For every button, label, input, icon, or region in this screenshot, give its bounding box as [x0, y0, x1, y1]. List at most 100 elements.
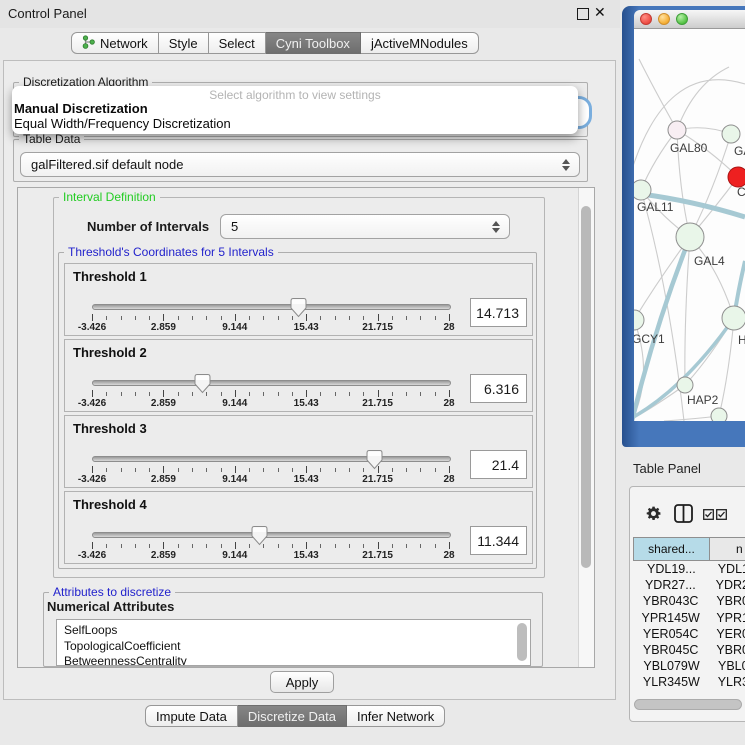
- table-row[interactable]: YDR27...YDR2: [633, 577, 745, 593]
- threshold-value-field[interactable]: 6.316: [470, 374, 527, 403]
- gear-icon[interactable]: [645, 505, 662, 527]
- threshold-slider-thumb[interactable]: [251, 525, 268, 546]
- vertical-scrollbar[interactable]: [578, 188, 594, 667]
- network-node-label: C: [737, 185, 745, 199]
- attribute-list-item[interactable]: BetweennessCentrality: [64, 654, 530, 666]
- threshold-value-field[interactable]: 11.344: [470, 526, 527, 555]
- network-node[interactable]: [668, 121, 686, 139]
- tab-discretize-data[interactable]: Discretize Data: [238, 705, 347, 727]
- network-node[interactable]: [722, 306, 745, 330]
- table-row[interactable]: YER054CYER0: [633, 626, 745, 642]
- slider-tick-label: 15.43: [294, 322, 319, 333]
- network-node-label: GAL80: [670, 141, 708, 155]
- control-panel-tabs: Network Style Select Cyni Toolbox jActiv…: [71, 32, 479, 54]
- tab-select[interactable]: Select: [209, 32, 266, 54]
- close-traffic-light[interactable]: [640, 13, 652, 25]
- tab-infer-network[interactable]: Infer Network: [347, 705, 445, 727]
- slider-tick: [278, 392, 279, 396]
- slider-tick: [435, 316, 436, 320]
- threshold-value-field[interactable]: 14.713: [470, 298, 527, 327]
- slider-tick: [92, 314, 93, 321]
- algorithm-option-equal-width[interactable]: Equal Width/Frequency Discretization: [14, 116, 231, 131]
- network-node[interactable]: [634, 180, 651, 200]
- slider-tick: [406, 468, 407, 472]
- threshold-slider-track[interactable]: [92, 532, 451, 538]
- horizontal-scrollbar-thumb[interactable]: [634, 699, 742, 710]
- attributes-list-scrollbar-thumb[interactable]: [517, 623, 527, 661]
- table-row[interactable]: YLR345WYLR3: [633, 674, 745, 689]
- threshold-label: Threshold 1: [73, 269, 147, 284]
- threshold-slider-track[interactable]: [92, 380, 451, 386]
- slider-tick: [406, 544, 407, 548]
- network-canvas[interactable]: GAL80GACGAL11GAL4GCY1HHAP2: [634, 29, 745, 421]
- tab-jactivemnodules[interactable]: jActiveMNodules: [361, 32, 479, 54]
- slider-tick: [406, 392, 407, 396]
- table-panel-card: shared... n YDL19...YDL1YDR27...YDR2YBR0…: [629, 486, 745, 722]
- cell-shared-name: YBR045C: [633, 643, 708, 657]
- table-row[interactable]: YBR045CYBR0: [633, 642, 745, 658]
- table-row[interactable]: YDL19...YDL1: [633, 561, 745, 577]
- table-data-combobox[interactable]: galFiltered.sif default node: [20, 152, 580, 177]
- threshold-slider-track[interactable]: [92, 456, 451, 462]
- cell-name: YPR1: [708, 611, 745, 625]
- slider-tick: [292, 392, 293, 396]
- network-node[interactable]: [677, 377, 693, 393]
- table-header-shared[interactable]: shared...: [633, 537, 710, 561]
- numerical-attributes-list[interactable]: SelfLoopsTopologicalCoefficientBetweenne…: [56, 619, 531, 666]
- checkbox-icon[interactable]: [716, 507, 727, 525]
- threshold-slider-thumb[interactable]: [290, 297, 307, 318]
- slider-tick-label: 2.859: [151, 398, 176, 409]
- slider-tick-label: 9.144: [222, 322, 247, 333]
- cell-name: YBR0: [708, 594, 745, 608]
- threshold-slider-thumb[interactable]: [366, 449, 383, 470]
- tab-impute-data[interactable]: Impute Data: [145, 705, 238, 727]
- vertical-scrollbar-thumb[interactable]: [581, 206, 591, 568]
- network-node[interactable]: [634, 310, 644, 330]
- slider-tick-label: 2.859: [151, 322, 176, 333]
- minimize-traffic-light[interactable]: [658, 13, 670, 25]
- slider-tick: [320, 544, 321, 548]
- slider-tick: [392, 316, 393, 320]
- threshold-label: Threshold 3: [73, 421, 147, 436]
- apply-button[interactable]: Apply: [270, 671, 334, 693]
- tab-cyni-toolbox[interactable]: Cyni Toolbox: [266, 32, 361, 54]
- close-icon[interactable]: ✕: [594, 4, 606, 21]
- cell-shared-name: YDR27...: [633, 578, 708, 592]
- network-node[interactable]: [676, 223, 704, 251]
- slider-tick: [206, 544, 207, 548]
- threshold-slider-track[interactable]: [92, 304, 451, 310]
- split-columns-icon[interactable]: [673, 503, 694, 529]
- slider-tick: [392, 392, 393, 396]
- network-node[interactable]: [728, 167, 745, 187]
- table-row[interactable]: YBL079WYBL0: [633, 658, 745, 674]
- threshold-value-field[interactable]: 21.4: [470, 450, 527, 479]
- slider-tick-label: 9.144: [222, 474, 247, 485]
- number-of-intervals-combobox[interactable]: 5: [220, 214, 510, 239]
- slider-tick: [92, 466, 93, 473]
- network-node[interactable]: [722, 125, 740, 143]
- slider-tick-label: 28: [443, 398, 454, 409]
- algorithm-option-manual[interactable]: Manual Discretization: [14, 101, 148, 116]
- slider-tick: [278, 544, 279, 548]
- attribute-list-item[interactable]: TopologicalCoefficient: [64, 639, 530, 655]
- slider-tick: [435, 544, 436, 548]
- tab-network[interactable]: Network: [71, 32, 159, 54]
- slider-tick: [449, 390, 450, 397]
- table-header-row: shared... n: [633, 537, 745, 561]
- screen: Control Panel ✕ Network Style Select: [0, 0, 745, 745]
- tab-style[interactable]: Style: [159, 32, 209, 54]
- threshold-panel: Threshold 2 -3.4262.8599.14415.4321.7152…: [64, 339, 533, 412]
- checkbox-icon[interactable]: [703, 507, 714, 525]
- table-row[interactable]: YBR043CYBR0: [633, 593, 745, 609]
- table-header-name[interactable]: n: [710, 537, 745, 561]
- slider-tick: [378, 314, 379, 321]
- slider-tick: [235, 542, 236, 549]
- table-row[interactable]: YPR145WYPR1: [633, 610, 745, 626]
- attribute-list-item[interactable]: SelfLoops: [64, 623, 530, 639]
- float-window-icon[interactable]: [577, 8, 589, 20]
- zoom-traffic-light[interactable]: [676, 13, 688, 25]
- algorithm-dropdown-popup: Select algorithm to view settings Manual…: [12, 86, 578, 134]
- threshold-slider-thumb[interactable]: [194, 373, 211, 394]
- network-node[interactable]: [711, 408, 727, 421]
- cell-name: YDL1: [710, 562, 745, 576]
